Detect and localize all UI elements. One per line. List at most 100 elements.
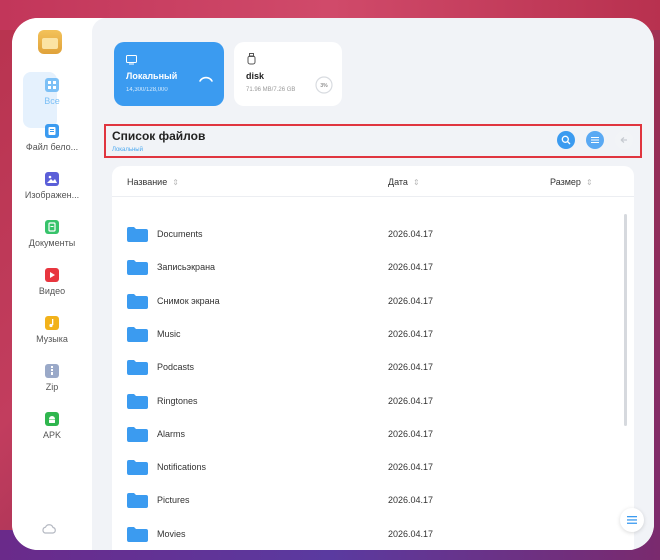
- storage-card-title: Локальный: [126, 71, 178, 81]
- file-name: Podcasts: [157, 362, 195, 373]
- sidebar-item-apk[interactable]: APK: [12, 412, 92, 440]
- cloud-icon[interactable]: [41, 522, 57, 534]
- file-name: Alarms: [157, 428, 186, 439]
- breadcrumb[interactable]: Локальный: [112, 147, 143, 153]
- folder-icon: [127, 260, 148, 276]
- file-date: 2026.04.17: [388, 229, 434, 239]
- folder-icon: [127, 293, 148, 309]
- table-row[interactable]: Music 2026.04.17: [112, 317, 622, 350]
- sidebar-item-images[interactable]: Изображен...: [12, 172, 92, 200]
- sidebar-item-all[interactable]: Все: [12, 72, 92, 128]
- file-name: Снимок экрана: [157, 295, 220, 306]
- file-name: Notifications: [157, 462, 207, 473]
- folder-icon: [127, 227, 148, 242]
- main-content: Локальный 14,300/128,000 disk 71.96 MB/7…: [92, 18, 654, 550]
- column-header-size[interactable]: Размер ⇕: [550, 177, 593, 187]
- table-row[interactable]: Documents 2026.04.17: [112, 217, 622, 250]
- file-list-header: Список файлов Локальный: [104, 124, 642, 158]
- music-icon: [45, 316, 59, 330]
- list-view-icon: [591, 137, 599, 143]
- menu-button[interactable]: [620, 508, 644, 532]
- whitelist-file-icon: [45, 124, 59, 138]
- sidebar-item-label: Музыка: [36, 334, 68, 344]
- file-date: 2026.04.17: [388, 362, 434, 373]
- file-name: Записьэкрана: [157, 262, 216, 273]
- column-header-label: Размер: [550, 177, 581, 187]
- table-row[interactable]: Alarms 2026.04.17: [112, 417, 622, 450]
- file-name: Ringtones: [157, 395, 198, 406]
- file-name: Pictures: [157, 495, 190, 506]
- file-name: Music: [157, 328, 181, 339]
- table-row[interactable]: Записьэкрана 2026.04.17: [112, 250, 622, 283]
- sidebar-item-label: Изображен...: [24, 190, 80, 200]
- sidebar-item-label: APK: [42, 430, 61, 440]
- storage-card-title: disk: [246, 71, 265, 81]
- page-title: Список файлов: [112, 129, 206, 143]
- table-row[interactable]: Movies 2026.04.17: [112, 517, 622, 550]
- sidebar-item-documents[interactable]: Документы: [12, 220, 92, 248]
- search-icon: [561, 135, 571, 145]
- storage-card-usage: 14,300/128,000: [126, 87, 168, 93]
- image-icon: [45, 172, 59, 186]
- folder-icon: [127, 460, 148, 476]
- file-date: 2026.04.17: [388, 295, 434, 306]
- video-icon: [45, 268, 59, 282]
- back-arrow-icon: [620, 137, 627, 143]
- column-header-label: Название: [127, 177, 168, 187]
- file-date: 2026.04.17: [388, 428, 434, 439]
- folder-icon: [127, 326, 148, 342]
- sidebar-item-video[interactable]: Видео: [12, 268, 92, 296]
- folder-icon: [127, 360, 148, 376]
- table-row[interactable]: Notifications 2026.04.17: [112, 450, 622, 483]
- folder-icon: [127, 393, 148, 409]
- column-header-name[interactable]: Название ⇕: [127, 177, 179, 187]
- file-date: 2026.04.17: [388, 495, 434, 506]
- sort-icon: ⇕: [585, 178, 593, 187]
- table-row[interactable]: Снимок экрана 2026.04.17: [112, 284, 622, 317]
- header-divider: [112, 196, 634, 197]
- sort-icon: ⇕: [412, 178, 420, 187]
- monitor-icon: [126, 52, 137, 65]
- column-header-date[interactable]: Дата ⇕: [388, 177, 420, 187]
- file-date: 2026.04.17: [388, 262, 434, 273]
- search-button[interactable]: [557, 131, 575, 149]
- android-icon: [45, 412, 59, 426]
- document-icon: [45, 220, 59, 234]
- app-logo: [38, 30, 62, 54]
- file-table: Название ⇕ Дата ⇕ Размер ⇕ Documents 2026.04…: [112, 166, 634, 550]
- sidebar-item-label: Видео: [38, 286, 66, 296]
- sidebar-item-whitelist[interactable]: Файл бело...: [12, 124, 92, 152]
- usage-ring-icon: 3%: [314, 75, 334, 95]
- sidebar-item-label: Документы: [28, 238, 76, 248]
- view-mode-button[interactable]: [586, 131, 604, 149]
- storage-card-usage: 71.96 MB/7.26 GB: [246, 87, 296, 93]
- storage-card-disk[interactable]: disk 71.96 MB/7.26 GB 3%: [234, 42, 342, 106]
- table-row[interactable]: Podcasts 2026.04.17: [112, 350, 622, 383]
- sidebar-item-label: Файл бело...: [25, 142, 79, 152]
- usb-drive-icon: [246, 52, 257, 65]
- storage-card-local[interactable]: Локальный 14,300/128,000: [114, 42, 224, 106]
- zip-icon: [45, 364, 59, 378]
- menu-icon: [627, 516, 637, 524]
- folder-icon: [127, 526, 148, 542]
- sidebar: Все Файл бело... Изображен... Документы: [12, 18, 92, 550]
- sidebar-item-music[interactable]: Музыка: [12, 316, 92, 344]
- scrollbar[interactable]: [624, 214, 627, 426]
- folder-icon: [127, 493, 148, 509]
- usage-percent: 3%: [320, 83, 328, 89]
- file-name: Documents: [157, 229, 203, 239]
- sidebar-item-zip[interactable]: Zip: [12, 364, 92, 392]
- usage-ring-icon: [196, 74, 216, 94]
- grid-icon: [45, 78, 59, 92]
- column-header-label: Дата: [388, 177, 408, 187]
- back-button[interactable]: [615, 131, 633, 149]
- table-row[interactable]: Ringtones 2026.04.17: [112, 384, 622, 417]
- file-date: 2026.04.17: [388, 462, 434, 473]
- file-name: Movies: [157, 528, 186, 539]
- file-date: 2026.04.17: [388, 328, 434, 339]
- folder-icon: [127, 426, 148, 442]
- sidebar-item-label: Zip: [45, 382, 59, 392]
- file-date: 2026.04.17: [388, 528, 434, 539]
- sidebar-item-label: Все: [44, 96, 60, 106]
- table-row[interactable]: Pictures 2026.04.17: [112, 483, 622, 516]
